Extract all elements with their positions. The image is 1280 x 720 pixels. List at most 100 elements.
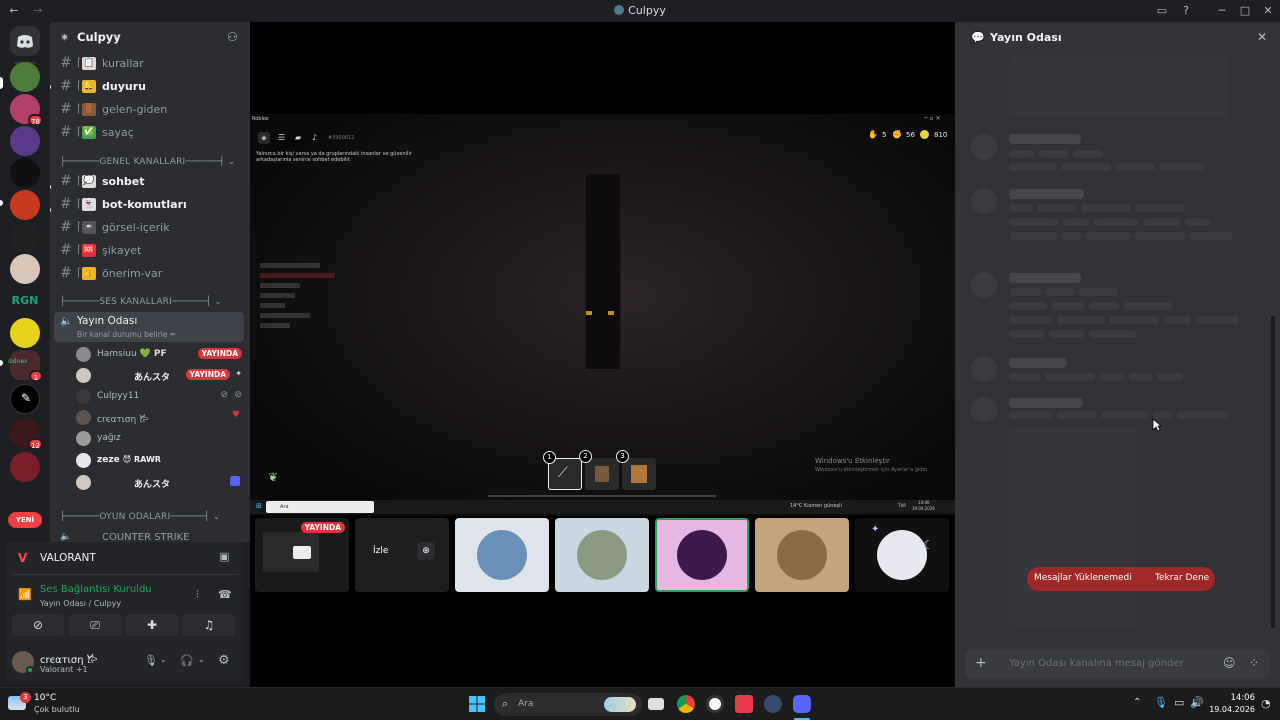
direct-messages-button[interactable] xyxy=(10,26,40,56)
channel-item-onerim-var[interactable]: # ⌈ 👍 önerim-var xyxy=(56,264,244,284)
maximize-icon[interactable]: □ xyxy=(1237,3,1253,19)
windows-start-icon[interactable] xyxy=(468,695,486,713)
category-games[interactable]: ├──────OYUN ODALARI──────┤ ⌄ xyxy=(60,512,220,522)
volume-icon[interactable]: 🔊 xyxy=(1190,696,1204,709)
taskbar-search-box[interactable]: ⌕ Ara xyxy=(494,693,642,716)
channel-item-duyuru[interactable]: # ⌈ 🔔 duyuru xyxy=(56,77,244,97)
voice-user[interactable]: crєαтιση 𐂂 ♥ xyxy=(76,407,246,427)
voice-user[interactable]: あんスタ YAYINDA ✦ xyxy=(76,365,246,385)
stream-tile-other[interactable]: İzle ⊕ xyxy=(355,518,449,592)
user-name[interactable]: crєαтιση 𐂂 xyxy=(40,652,97,666)
server-icon[interactable] xyxy=(10,126,40,156)
voice-channel-item[interactable]: 🔈 Yayın Odası Bir kanal durumu belirle ✏ xyxy=(54,312,244,342)
voice-channel-status[interactable]: Bir kanal durumu belirle ✏ xyxy=(77,330,176,339)
channel-item-gorsel-icerik[interactable]: # ⌈ 📼 görsel-içerik xyxy=(56,218,244,238)
tray-chevron-icon[interactable]: ⌃ xyxy=(1133,697,1141,708)
emoji-icon[interactable]: ☺ xyxy=(1223,656,1236,670)
voice-connection-status[interactable]: Ses Bağlantısı Kuruldu xyxy=(40,584,152,595)
server-icon[interactable] xyxy=(10,190,40,220)
server-icon[interactable] xyxy=(10,222,40,252)
microphone-icon[interactable]: 🎙 xyxy=(144,654,158,667)
minimize-icon[interactable]: ─ xyxy=(1214,3,1230,19)
close-window-icon[interactable]: ✕ xyxy=(1260,3,1276,19)
voice-user[interactable]: あんスタ xyxy=(76,472,246,492)
zoom-icon[interactable]: ⊕ xyxy=(417,542,435,560)
game-overlay-icon[interactable]: ▣ xyxy=(219,550,229,563)
attach-plus-icon[interactable]: + xyxy=(975,655,987,671)
notification-bell-icon[interactable]: ◔ xyxy=(1261,697,1271,710)
participant-tile[interactable] xyxy=(555,518,649,592)
chrome-icon[interactable] xyxy=(677,695,695,713)
participant-tile[interactable]: ✦ ☾ xyxy=(855,518,949,592)
server-icon[interactable] xyxy=(10,318,40,348)
channel-item-bot-komutlari[interactable]: # ⌈ 👻 bot-komutları xyxy=(56,195,244,215)
clock-time[interactable]: 14:06 xyxy=(1211,693,1256,703)
channel-item-counter-strike[interactable]: 🔈 COUNTER STRIKE xyxy=(56,529,244,542)
participant-tile-speaking[interactable] xyxy=(655,518,749,592)
leaf-icon: ❦ xyxy=(268,470,279,484)
channel-item-sayac[interactable]: # ⌈ ✅ sayaç xyxy=(56,123,244,143)
valorant-app-icon[interactable] xyxy=(735,695,753,713)
clock-date[interactable]: 19.04.2026 xyxy=(1207,705,1255,714)
chat-scrollbar[interactable] xyxy=(1271,316,1275,628)
server-icon[interactable]: ✎ xyxy=(10,384,40,414)
skeleton-line xyxy=(1039,150,1069,158)
weather-desc[interactable]: Çok bulutlu xyxy=(34,705,80,714)
weather-temp[interactable]: 10°C xyxy=(34,693,56,703)
network-icon[interactable]: ▭ xyxy=(1174,696,1184,709)
server-header[interactable]: ✷ Culpyy ⌄ ⚇ xyxy=(50,22,250,54)
participant-tile[interactable] xyxy=(755,518,849,592)
stream-stage[interactable]: Roblox ─ ▫ ✕ ◈ ☰ ▰ ♪ #3900812 Yalnızca b… xyxy=(250,22,955,687)
help-icon[interactable]: ? xyxy=(1178,3,1194,19)
disconnect-icon[interactable]: ☎ xyxy=(218,588,232,601)
channel-item-kurallar[interactable]: # ⌈ 📋 kurallar xyxy=(56,54,244,74)
obs-icon[interactable] xyxy=(706,695,724,713)
category-voice[interactable]: ├──────SES KANALLARI──────┤ ⌄ xyxy=(60,297,222,307)
voice-user[interactable]: Hamsiuu 💚 PF YAYINDA xyxy=(76,344,246,364)
voice-user[interactable]: zeze 😈 RAWR xyxy=(76,450,246,470)
stream-video[interactable]: Roblox ─ ▫ ✕ ◈ ☰ ▰ ♪ #3900812 Yalnızca b… xyxy=(250,114,955,516)
voice-user[interactable]: yağız xyxy=(76,428,246,448)
stream-tile-self[interactable]: YAYINDA xyxy=(255,518,349,592)
server-icon[interactable]: 78 xyxy=(10,94,43,126)
message-composer[interactable]: + Yayın Odası kanalına mesaj gönder ☺ ⁘ xyxy=(965,650,1271,678)
discord-taskbar-icon[interactable] xyxy=(793,695,811,713)
server-icon[interactable]: 12 xyxy=(10,418,43,450)
noise-suppression-icon[interactable]: ⫶ xyxy=(196,588,199,602)
rgn-server-icon[interactable]: RGN xyxy=(10,286,40,316)
headphones-icon[interactable]: 🎧 xyxy=(180,654,194,667)
pen-icon: ✎ xyxy=(21,391,32,405)
server-icon[interactable] xyxy=(10,452,40,482)
soundboard-button[interactable]: ♫ xyxy=(183,614,235,636)
tray-mic-icon[interactable]: 🎙 xyxy=(1154,696,1168,709)
camera-off-button[interactable]: ⊘ xyxy=(12,614,64,636)
settings-gear-icon[interactable]: ⚙ xyxy=(218,653,230,668)
apps-icon[interactable]: ⁘ xyxy=(1249,656,1259,670)
inbox-icon[interactable]: ▭ xyxy=(1154,3,1170,19)
watch-stream-button[interactable]: İzle xyxy=(373,546,388,556)
invite-people-icon[interactable]: ⚇ xyxy=(227,30,238,44)
screen-share-button[interactable]: ⎚ xyxy=(69,614,121,636)
participant-tile[interactable] xyxy=(455,518,549,592)
server-icon[interactable] xyxy=(10,62,40,92)
category-general[interactable]: ├──────GENEL KANALLARI──────┤ ⌄ xyxy=(60,157,236,167)
channel-item-sohbet[interactable]: # ⌈ 💭 sohbet xyxy=(56,172,244,192)
chevron-down-icon[interactable]: ⌄ xyxy=(160,655,167,664)
close-chat-icon[interactable]: ✕ xyxy=(1257,30,1267,44)
stat-value: 56 xyxy=(906,131,915,139)
task-view-icon[interactable] xyxy=(648,698,664,710)
server-icon[interactable] xyxy=(10,254,40,284)
mention-badge: 1 xyxy=(29,370,43,382)
server-folder[interactable]: sidnex 1 xyxy=(8,350,43,382)
server-icon[interactable] xyxy=(10,158,40,188)
voice-user[interactable]: Culpyy11 ⊘ ⊘ xyxy=(76,386,246,406)
chevron-down-icon[interactable]: ⌄ xyxy=(198,655,205,664)
activities-button[interactable]: ✚ xyxy=(126,614,178,636)
channel-item-sikayet[interactable]: # ⌈ 🆘 şikayet xyxy=(56,241,244,261)
voice-connection-channel[interactable]: Yayın Odası / Culpyy xyxy=(40,599,121,608)
channel-item-gelen-giden[interactable]: # ⌈ 🚪 gelen-giden xyxy=(56,100,244,120)
new-unreads-pill[interactable]: YENİ xyxy=(8,512,42,528)
retry-button[interactable]: Tekrar Dene xyxy=(1155,573,1209,583)
steam-icon[interactable] xyxy=(764,695,782,713)
message-input[interactable]: Yayın Odası kanalına mesaj gönder xyxy=(1009,658,1184,669)
